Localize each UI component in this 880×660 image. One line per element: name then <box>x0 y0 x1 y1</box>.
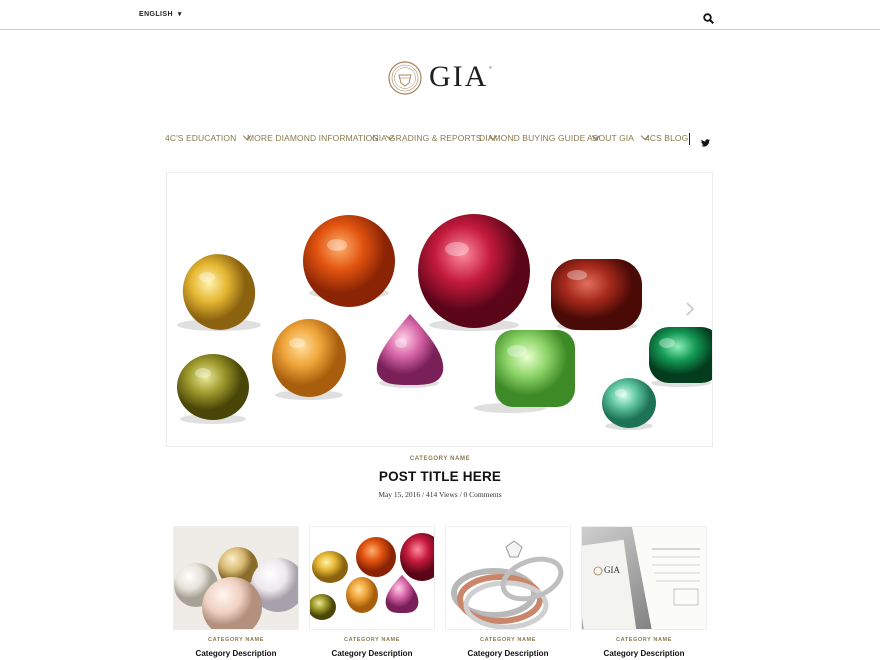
nav-item-gia-grading-reports[interactable]: GIA GRADING & REPORTS <box>372 131 497 143</box>
nav-item-label: DIAMOND BUYING GUIDE <box>479 133 586 143</box>
pearls-image <box>173 526 299 630</box>
gia-seal-icon <box>388 61 422 95</box>
hero-slider[interactable] <box>166 172 713 447</box>
gia-report-image: GIA <box>581 526 707 630</box>
nav-divider <box>689 133 690 145</box>
top-bar: ENGLISH ▾ <box>0 0 880 30</box>
language-label: ENGLISH <box>139 11 173 18</box>
chevron-down-icon: ▾ <box>177 11 182 18</box>
nav-item-more-diamond-information[interactable]: MORE DIAMOND INFORMATION <box>247 131 394 143</box>
category-card[interactable]: CATEGORY NAME Category Description <box>309 526 435 658</box>
card-description: Category Description <box>195 649 277 658</box>
category-card[interactable]: CATEGORY NAME Category Description <box>445 526 571 658</box>
twitter-icon[interactable] <box>701 134 710 152</box>
mint-gem <box>602 378 656 428</box>
card-category: CATEGORY NAME <box>344 637 400 643</box>
emerald-gem <box>649 327 712 383</box>
registered-mark: ® <box>489 65 492 70</box>
gemstones-image <box>177 214 712 430</box>
nav-item-4cs-education[interactable]: 4C'S EDUCATION <box>165 131 252 143</box>
card-category: CATEGORY NAME <box>616 637 672 643</box>
nav-item-diamond-buying-guide[interactable]: DIAMOND BUYING GUIDE <box>479 131 601 143</box>
chevron-right-icon[interactable] <box>685 301 695 317</box>
orange-gem <box>303 215 395 307</box>
logo-wordmark: GIA <box>429 60 489 93</box>
green-gem <box>495 330 575 407</box>
language-selector[interactable]: ENGLISH ▾ <box>139 10 182 18</box>
nav-item-label: 4CS BLOG <box>645 133 689 143</box>
nav-item-label: GIA GRADING & REPORTS <box>372 133 482 143</box>
card-description: Category Description <box>603 649 685 658</box>
card-category: CATEGORY NAME <box>480 637 536 643</box>
garnet-gem <box>551 259 642 330</box>
nav-item-4cs-blog[interactable]: 4CS BLOG <box>645 133 688 143</box>
search-icon[interactable] <box>703 11 715 25</box>
nav-item-label: ABOUT GIA <box>587 133 635 143</box>
gemstones-image <box>309 526 435 630</box>
featured-post-title[interactable]: POST TITLE HERE <box>0 469 880 484</box>
nav-item-label: 4C'S EDUCATION <box>165 133 237 143</box>
featured-category[interactable]: CATEGORY NAME <box>0 456 880 462</box>
olive-gem <box>177 354 249 420</box>
card-description: Category Description <box>331 649 413 658</box>
nav-item-about-gia[interactable]: ABOUT GIA <box>587 131 650 143</box>
nav-item-label: MORE DIAMOND INFORMATION <box>247 133 379 143</box>
category-card[interactable]: GIA CATEGORY NAME Category Description <box>581 526 707 658</box>
featured-post-meta: May 15, 2016 / 414 Views / 0 Comments <box>378 490 502 499</box>
report-logo-text: GIA <box>604 565 620 575</box>
card-description: Category Description <box>467 649 549 658</box>
apricot-gem <box>272 319 346 397</box>
category-card[interactable]: CATEGORY NAME Category Description <box>173 526 299 658</box>
rings-image <box>445 526 571 630</box>
ruby-gem <box>418 214 530 328</box>
card-category: CATEGORY NAME <box>208 637 264 643</box>
